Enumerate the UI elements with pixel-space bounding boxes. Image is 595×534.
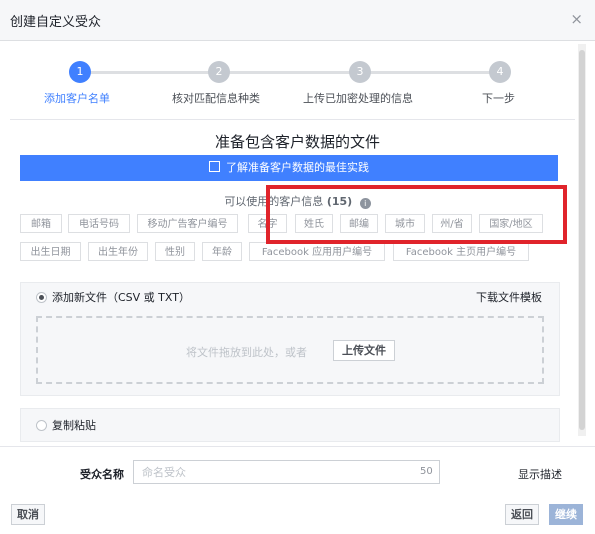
download-template-link[interactable]: 下载文件模板 bbox=[476, 289, 542, 305]
continue-button[interactable]: 继续 bbox=[549, 504, 583, 525]
add-file-label[interactable]: 添加新文件（CSV 或 TXT） bbox=[52, 289, 190, 305]
tag-birth-year: 出生年份 bbox=[88, 242, 148, 261]
close-icon[interactable]: × bbox=[570, 10, 583, 28]
best-practices-banner[interactable]: 了解准备客户数据的最佳实践 bbox=[20, 155, 558, 181]
copy-paste-label[interactable]: 复制粘贴 bbox=[52, 417, 96, 433]
dialog-title: 创建自定义受众 bbox=[10, 15, 102, 30]
step-4-label: 下一步 bbox=[482, 92, 515, 105]
tag-fb-app-user-id: Facebook 应用用户编号 bbox=[249, 242, 385, 261]
dropzone-text: 将文件拖放到此处，或者 bbox=[186, 346, 307, 359]
audience-name-input[interactable] bbox=[133, 460, 440, 484]
tag-fb-page-user-id: Facebook 主页用户编号 bbox=[393, 242, 529, 261]
progress-track bbox=[80, 71, 500, 74]
footer-divider bbox=[0, 446, 595, 447]
tag-email: 邮箱 bbox=[20, 214, 62, 233]
cancel-button[interactable]: 取消 bbox=[11, 504, 45, 525]
add-file-radio[interactable] bbox=[36, 292, 47, 303]
back-button[interactable]: 返回 bbox=[505, 504, 539, 525]
best-practices-link[interactable]: 了解准备客户数据的最佳实践 bbox=[226, 161, 369, 174]
paste-option-panel bbox=[20, 408, 560, 442]
highlight-box bbox=[266, 185, 567, 244]
char-counter: 50 bbox=[420, 466, 433, 477]
step-1-indicator: 1 bbox=[69, 61, 91, 83]
tag-phone: 电话号码 bbox=[68, 214, 130, 233]
tag-mobile-ad-id: 移动广告客户编号 bbox=[137, 214, 238, 233]
create-custom-audience-dialog: 创建自定义受众 × 1 2 3 4 添加客户名单 核对匹配信息种类 上传已加密处… bbox=[0, 0, 595, 534]
divider bbox=[10, 119, 575, 120]
tag-dob: 出生日期 bbox=[20, 242, 81, 261]
tag-gender: 性别 bbox=[155, 242, 195, 261]
scrollbar-thumb[interactable] bbox=[579, 50, 585, 430]
step-3-label: 上传已加密处理的信息 bbox=[303, 92, 413, 105]
dialog-header: 创建自定义受众 × bbox=[0, 0, 595, 41]
audience-name-label: 受众名称 bbox=[80, 468, 124, 481]
step-3-indicator: 3 bbox=[349, 61, 371, 83]
step-1-label: 添加客户名单 bbox=[44, 92, 110, 105]
tag-age: 年龄 bbox=[202, 242, 242, 261]
step-2-indicator: 2 bbox=[208, 61, 230, 83]
upload-file-button[interactable]: 上传文件 bbox=[333, 340, 395, 361]
step-2-label: 核对匹配信息种类 bbox=[172, 92, 260, 105]
copy-paste-radio[interactable] bbox=[36, 420, 47, 431]
prepare-file-heading: 准备包含客户数据的文件 bbox=[214, 133, 380, 151]
show-description-link[interactable]: 显示描述 bbox=[518, 466, 562, 482]
external-link-icon bbox=[209, 161, 220, 172]
step-4-indicator: 4 bbox=[489, 61, 511, 83]
